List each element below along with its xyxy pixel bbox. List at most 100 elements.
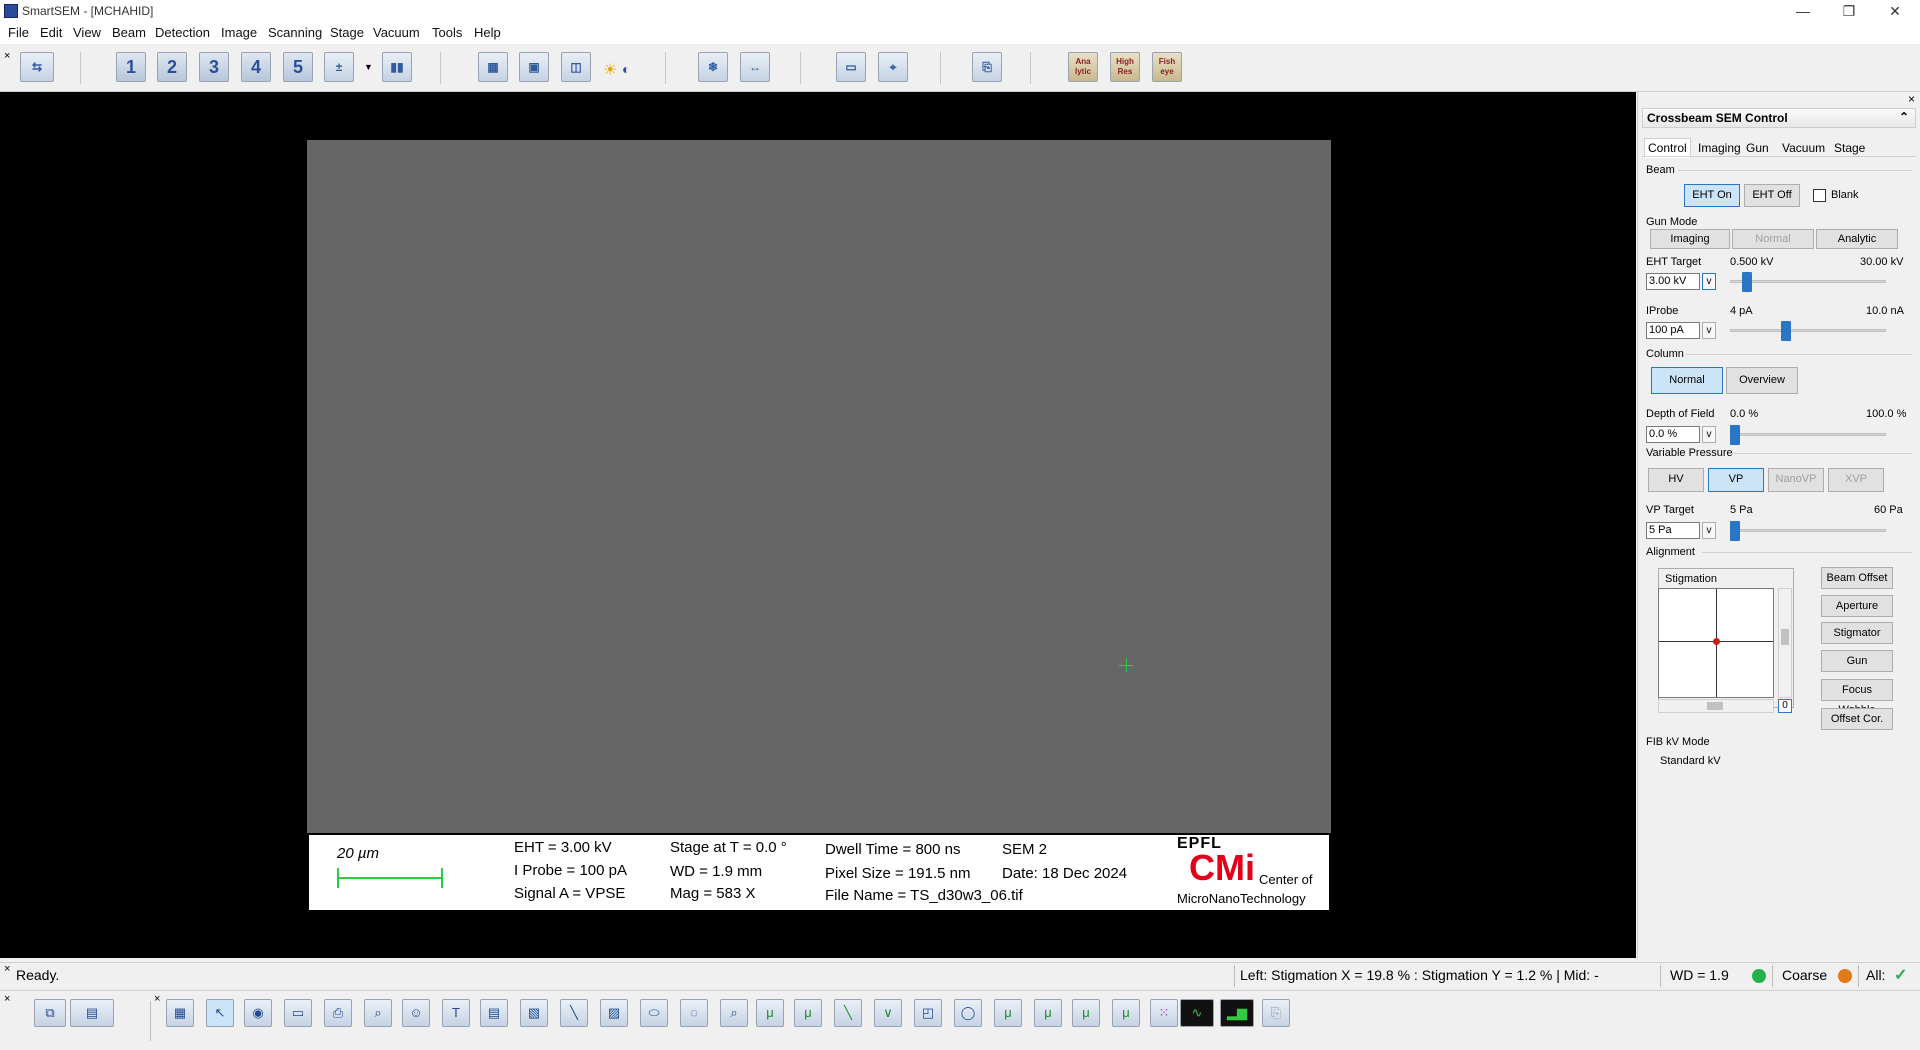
sample-exchange-icon[interactable]: ⇆ <box>20 52 54 82</box>
camera-icon[interactable]: ◉ <box>244 999 272 1027</box>
eht-dropdown-icon[interactable]: v <box>1702 273 1716 290</box>
brightness-icon[interactable]: ☀ <box>603 60 617 80</box>
grid-points-icon[interactable]: ⁙ <box>1150 999 1178 1027</box>
menu-vacuum[interactable]: Vacuum <box>373 25 420 40</box>
layer-icon[interactable]: ▤ <box>480 999 508 1027</box>
measure-horizontal-icon[interactable]: μ <box>1034 999 1062 1027</box>
minimize-button[interactable]: — <box>1780 0 1826 22</box>
measure-line-icon[interactable]: ╲ <box>834 999 862 1027</box>
image-viewport[interactable]: 20 µm EHT = 3.00 kV I Probe = 100 pA Sig… <box>0 92 1636 958</box>
preset-1-button[interactable]: 1 <box>116 52 146 82</box>
dof-slider-track[interactable] <box>1730 433 1886 436</box>
text-tool-icon[interactable]: T <box>442 999 470 1027</box>
iprobe-slider-track[interactable] <box>1730 329 1886 332</box>
measure-circle-icon[interactable]: ◯ <box>954 999 982 1027</box>
detector-mix-icon[interactable]: ± <box>324 52 354 82</box>
stigmation-pad[interactable] <box>1658 588 1774 698</box>
rectangle-tool-icon[interactable]: ▨ <box>600 999 628 1027</box>
stigmation-marker[interactable] <box>1713 638 1720 645</box>
high-res-mode-button[interactable]: High Res <box>1110 52 1140 82</box>
copy-disabled-icon[interactable]: ⎘ <box>1262 999 1290 1027</box>
vp-target-input[interactable]: 5 Pa <box>1646 522 1700 539</box>
column-normal-button[interactable]: Normal <box>1651 367 1723 394</box>
statusbar-close-icon[interactable]: × <box>4 963 10 975</box>
tab-gun[interactable]: Gun <box>1742 138 1773 158</box>
dof-slider-thumb[interactable] <box>1730 425 1740 445</box>
focus-wobble-button[interactable]: Focus Wobble <box>1821 679 1893 716</box>
vp-slider-thumb[interactable] <box>1730 521 1740 541</box>
reduced-raster-icon[interactable]: ▣ <box>519 52 549 82</box>
menu-help[interactable]: Help <box>474 25 501 40</box>
measure-distance-icon[interactable]: μ <box>794 999 822 1027</box>
toolbar-close-icon[interactable]: × <box>4 50 10 62</box>
vp-xvp-button[interactable]: XVP <box>1828 468 1884 492</box>
line-profile-icon[interactable]: ∿ <box>1180 999 1214 1027</box>
line-tool-icon[interactable]: ╲ <box>560 999 588 1027</box>
navigation-icon[interactable]: ⌖ <box>878 52 908 82</box>
ellipse-tool-icon[interactable]: ⬭ <box>640 999 668 1027</box>
status-coarse[interactable]: Coarse <box>1782 967 1827 983</box>
dof-dropdown-icon[interactable]: v <box>1702 426 1716 443</box>
eht-off-button[interactable]: EHT Off <box>1744 184 1800 207</box>
tab-control[interactable]: Control <box>1644 138 1691 158</box>
fish-eye-mode-button[interactable]: Fish eye <box>1152 52 1182 82</box>
vp-dropdown-icon[interactable]: v <box>1702 522 1716 539</box>
preset-3-button[interactable]: 3 <box>199 52 229 82</box>
preset-2-button[interactable]: 2 <box>157 52 187 82</box>
eht-target-input[interactable]: 3.00 kV <box>1646 273 1700 290</box>
iprobe-dropdown-icon[interactable]: v <box>1702 322 1716 339</box>
beam-offset-button[interactable]: Beam Offset <box>1821 567 1893 589</box>
menu-view[interactable]: View <box>73 25 101 40</box>
panel-close-icon[interactable]: × <box>1908 92 1915 106</box>
vp-nanovp-button[interactable]: NanoVP <box>1768 468 1824 492</box>
vp-slider-track[interactable] <box>1730 529 1886 532</box>
close-button[interactable]: ✕ <box>1872 0 1918 22</box>
analytic-mode-button[interactable]: Ana lytic <box>1068 52 1098 82</box>
measure-area-icon[interactable]: ◰ <box>914 999 942 1027</box>
tab-stage[interactable]: Stage <box>1830 138 1869 158</box>
restore-button[interactable]: ❐ <box>1826 0 1872 22</box>
measure-angle-icon[interactable]: ∨ <box>874 999 902 1027</box>
iprobe-slider-thumb[interactable] <box>1781 321 1792 341</box>
eht-on-button[interactable]: EHT On <box>1684 184 1740 207</box>
menu-beam[interactable]: Beam <box>112 25 146 40</box>
bottombar-close-icon[interactable]: × <box>4 993 10 1005</box>
stigmator-button[interactable]: Stigmator <box>1821 622 1893 644</box>
blank-checkbox[interactable] <box>1813 189 1826 202</box>
freehand-tool-icon[interactable]: ◌ <box>680 999 708 1027</box>
gun-mode-imaging-button[interactable]: Imaging <box>1650 229 1730 249</box>
dof-input[interactable]: 0.0 % <box>1646 426 1700 443</box>
contrast-icon[interactable]: ◐ <box>622 61 630 77</box>
offset-cor-button[interactable]: Offset Cor. <box>1821 708 1893 730</box>
sem-image[interactable] <box>307 140 1331 833</box>
split-screen-icon[interactable]: ◫ <box>561 52 591 82</box>
preset-4-button[interactable]: 4 <box>241 52 271 82</box>
menu-edit[interactable]: Edit <box>40 25 62 40</box>
scan-speed-icon[interactable]: ▦ <box>478 52 508 82</box>
gun-mode-normal-button[interactable]: Normal <box>1732 229 1814 249</box>
freeze-icon[interactable]: ❄ <box>698 52 728 82</box>
measure-point-icon[interactable]: μ <box>756 999 784 1027</box>
measure-multi-icon[interactable]: μ <box>1072 999 1100 1027</box>
tools-close-icon[interactable]: × <box>154 993 160 1005</box>
stigmation-hscroll[interactable] <box>1658 699 1774 713</box>
iprobe-input[interactable]: 100 pA <box>1646 322 1700 339</box>
tab-vacuum[interactable]: Vacuum <box>1778 138 1829 158</box>
menu-stage[interactable]: Stage <box>330 25 364 40</box>
menu-scanning[interactable]: Scanning <box>268 25 322 40</box>
annotate-image-icon[interactable]: ▦ <box>166 999 194 1027</box>
menu-tools[interactable]: Tools <box>432 25 462 40</box>
tab-imaging[interactable]: Imaging <box>1694 138 1745 158</box>
stage-move-icon[interactable]: ↔ <box>740 52 770 82</box>
gun-align-button[interactable]: Gun <box>1821 650 1893 672</box>
tiff-export-icon[interactable]: ⎘ <box>972 52 1002 82</box>
measure-vertical-icon[interactable]: μ <box>994 999 1022 1027</box>
pointer-tool-icon[interactable]: ↖ <box>206 999 234 1027</box>
vp-hv-button[interactable]: HV <box>1648 468 1704 492</box>
person-icon[interactable]: ☺ <box>402 999 430 1027</box>
stigmation-vscroll[interactable] <box>1778 588 1792 698</box>
print-icon[interactable]: ⎙ <box>324 999 352 1027</box>
column-overview-button[interactable]: Overview <box>1726 367 1798 394</box>
measure-parallel-icon[interactable]: μ <box>1112 999 1140 1027</box>
stigmation-counter[interactable]: 0 <box>1778 699 1792 713</box>
